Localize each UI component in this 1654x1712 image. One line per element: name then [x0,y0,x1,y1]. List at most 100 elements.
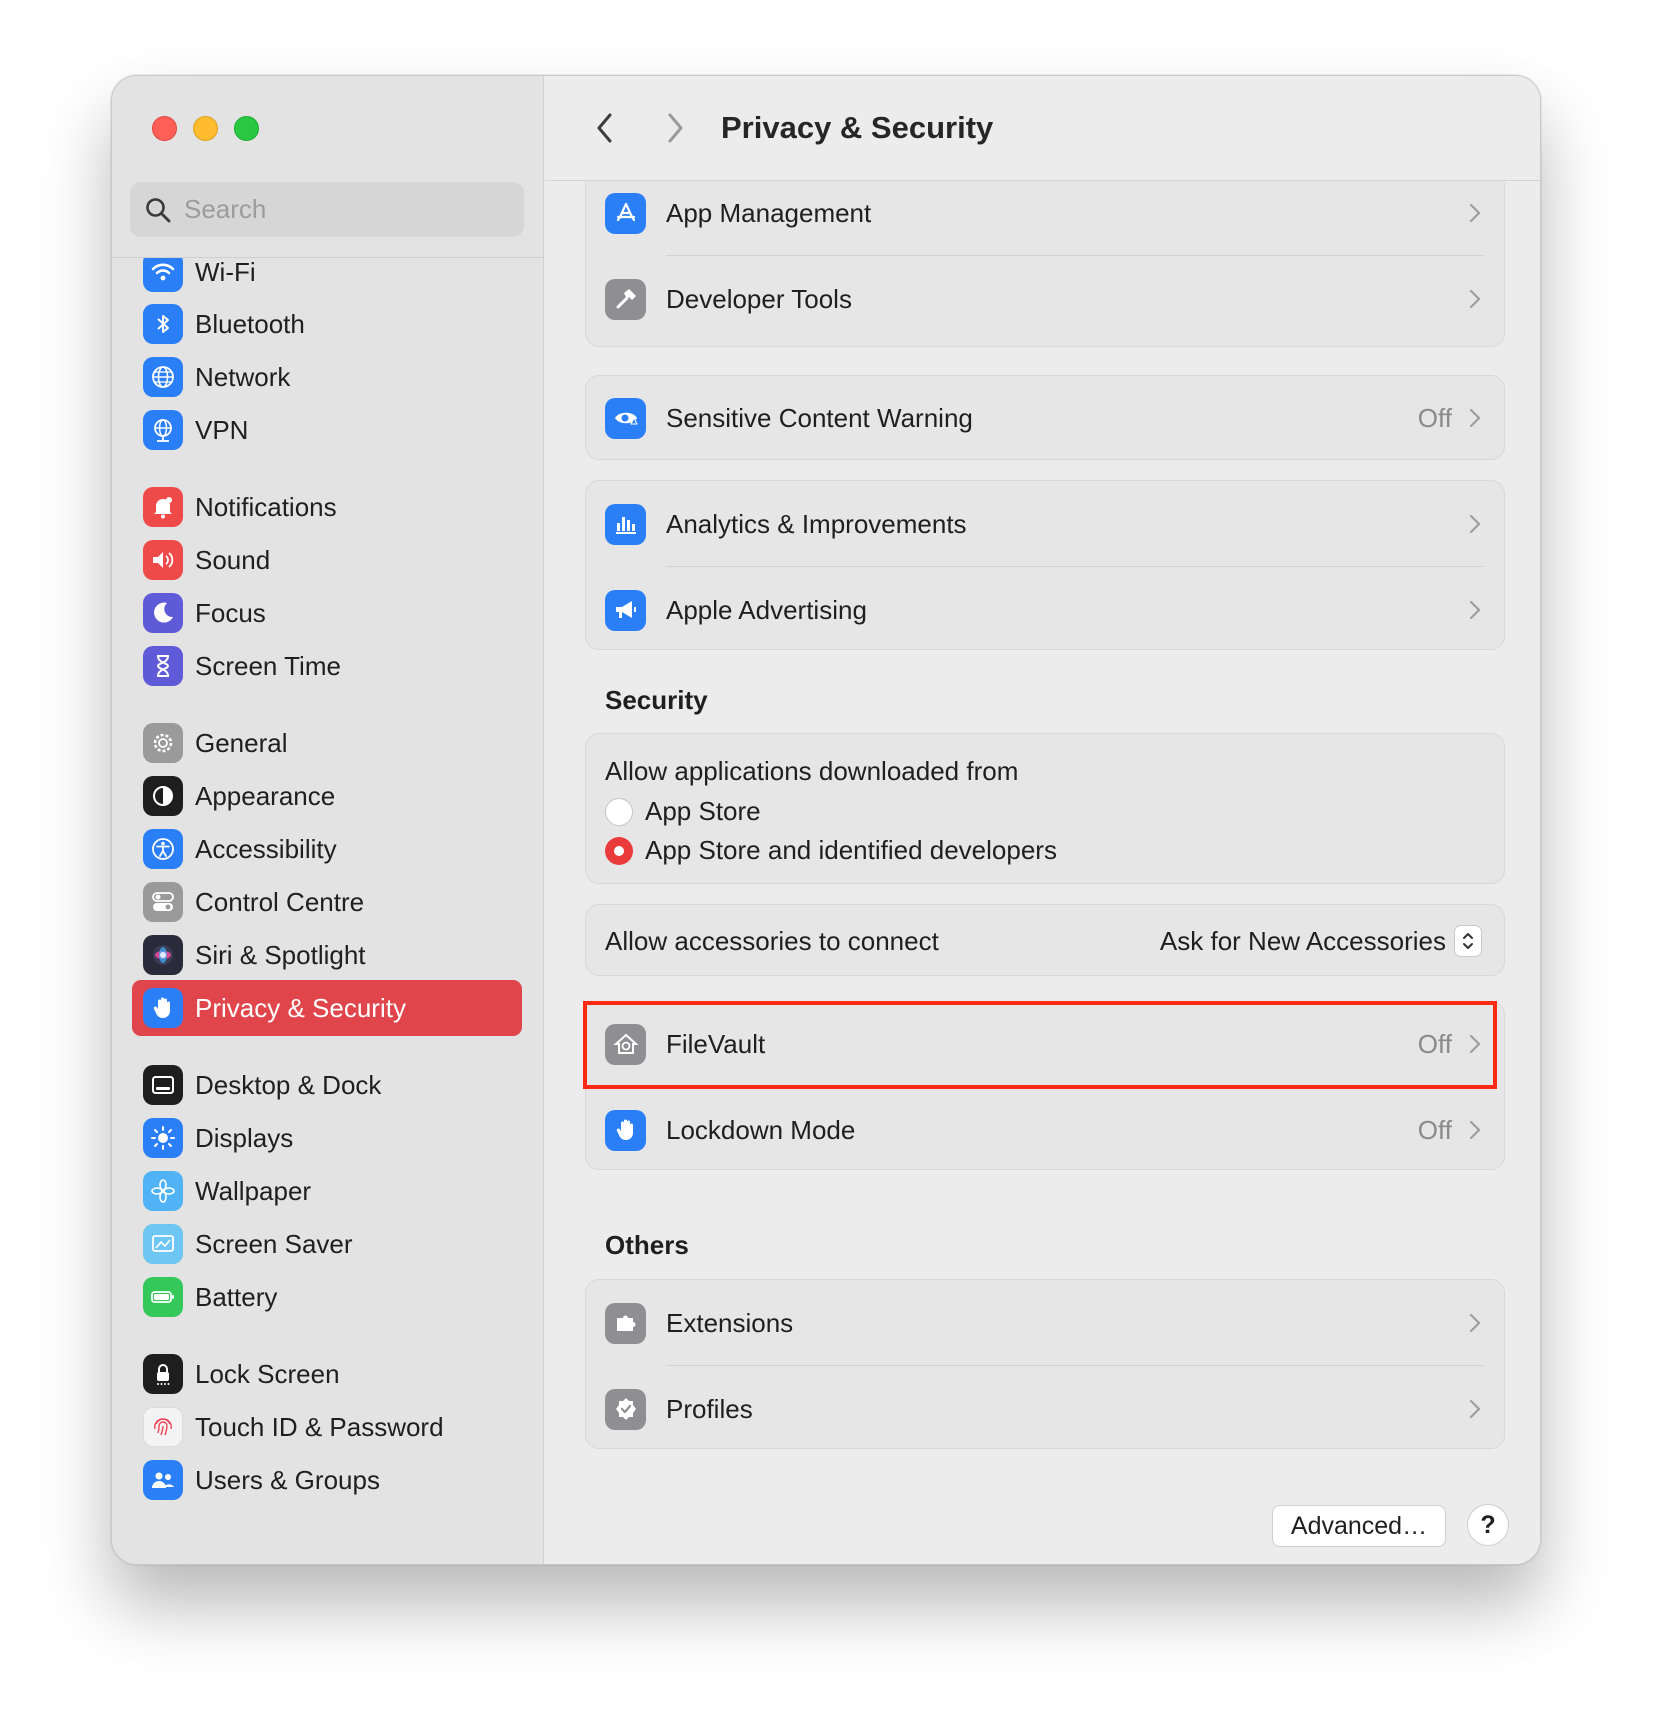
hourglass-icon [143,646,183,686]
privacy-group-analytics: Analytics & Improvements Apple Advertisi… [585,480,1505,650]
sun-icon [143,1118,183,1158]
search-input[interactable] [184,194,504,225]
radio-label: App Store and identified developers [645,835,1057,865]
chevron-left-icon [597,113,612,143]
sidebar-item-screen-time[interactable]: Screen Time [132,638,522,694]
sidebar-item-wallpaper[interactable]: Wallpaper [132,1163,522,1219]
app-management-row[interactable]: App Management [586,170,1504,256]
settings-window: Wi-Fi Bluetooth Network VPN [111,75,1541,1565]
accessories-row: Allow accessories to connect Ask for New… [586,898,1504,984]
sidebar-item-label: Accessibility [195,833,337,864]
row-label: Extensions [666,1307,794,1338]
sidebar-item-label: Wallpaper [195,1175,312,1206]
sidebar-item-label: VPN [195,414,249,445]
allow-apps-label: Allow applications downloaded from [605,756,1019,786]
sidebar-item-touch-id[interactable]: Touch ID & Password [132,1399,522,1455]
globe-icon [143,357,183,397]
row-value: Off [1417,1028,1452,1059]
sidebar-item-label: General [195,727,288,758]
security-downloads-group: Allow applications downloaded from App S… [585,733,1505,884]
row-label: App Management [666,197,872,228]
chevron-right-icon [1469,600,1481,620]
sidebar-item-label: Battery [195,1281,278,1312]
page-title: Privacy & Security [721,110,994,145]
sidebar-item-lock-screen[interactable]: Lock Screen [132,1346,522,1402]
sidebar-item-desktop-dock[interactable]: Desktop & Dock [132,1057,522,1113]
row-label: Allow accessories to connect [605,925,939,956]
radio-button-selected[interactable] [605,836,633,865]
close-window-button[interactable] [152,116,177,141]
chevron-right-icon [1469,289,1481,309]
sidebar-item-bluetooth[interactable]: Bluetooth [132,296,522,352]
sidebar-item-siri-spotlight[interactable]: Siri & Spotlight [132,927,522,983]
settings-content: App Management Developer Tools Sensitive… [545,76,1540,1564]
apple-advertising-row[interactable]: Apple Advertising [586,567,1504,653]
radio-app-store-identified[interactable]: App Store and identified developers [605,835,1057,866]
profiles-row[interactable]: Profiles [586,1366,1504,1452]
sidebar-item-accessibility[interactable]: Accessibility [132,821,522,877]
hammer-icon [605,278,646,320]
filevault-house-icon [605,1023,646,1065]
sidebar-list: Wi-Fi Bluetooth Network VPN Notification… [112,258,544,1564]
zoom-window-button[interactable] [234,116,259,141]
chart-icon [605,503,646,545]
appearance-icon [143,776,183,816]
sidebar-item-label: Notifications [195,491,337,522]
radio-button[interactable] [605,797,633,826]
battery-icon [143,1277,183,1317]
sidebar-item-label: Focus [195,597,266,628]
chevron-right-icon [1469,203,1481,223]
radio-app-store[interactable]: App Store [605,796,761,827]
back-button[interactable] [585,108,625,148]
sidebar-item-label: Sound [195,544,271,575]
sidebar-item-sound[interactable]: Sound [132,532,522,588]
sidebar-item-label: Siri & Spotlight [195,939,366,970]
sidebar-item-control-centre[interactable]: Control Centre [132,874,522,930]
accessibility-icon [143,829,183,869]
sidebar-item-screen-saver[interactable]: Screen Saver [132,1216,522,1272]
sidebar-item-focus[interactable]: Focus [132,585,522,641]
filevault-row[interactable]: FileVault Off [586,1001,1504,1087]
wifi-icon [143,258,183,292]
developer-tools-row[interactable]: Developer Tools [586,256,1504,342]
sensitive-content-row[interactable]: Sensitive Content Warning Off [586,375,1504,461]
sidebar-item-battery[interactable]: Battery [132,1269,522,1325]
analytics-row[interactable]: Analytics & Improvements [586,481,1504,567]
sidebar-item-wifi[interactable]: Wi-Fi [132,258,522,300]
sidebar-item-users-groups[interactable]: Users & Groups [132,1452,522,1508]
sidebar-item-appearance[interactable]: Appearance [132,768,522,824]
sidebar-item-general[interactable]: General [132,715,522,771]
sidebar-item-network[interactable]: Network [132,349,522,405]
sidebar-item-displays[interactable]: Displays [132,1110,522,1166]
search-field[interactable] [130,182,524,237]
main-pane: Privacy & Security App Management Develo… [545,76,1540,1564]
gear-icon [143,723,183,763]
sidebar-item-vpn[interactable]: VPN [132,402,522,458]
chevron-right-icon [1469,1313,1481,1333]
help-button[interactable]: ? [1467,1504,1509,1546]
security-section-title: Security [605,685,708,715]
sidebar-item-privacy-security[interactable]: Privacy & Security [132,980,522,1036]
forward-button[interactable] [655,108,695,148]
row-label: Lockdown Mode [666,1114,856,1145]
moon-icon [143,593,183,633]
advanced-button[interactable]: Advanced… [1272,1505,1446,1547]
lockdown-mode-row[interactable]: Lockdown Mode Off [586,1087,1504,1173]
fingerprint-icon [143,1407,183,1447]
accessories-popup[interactable]: Ask for New Accessories [1160,925,1482,957]
app-store-icon [605,192,646,234]
chevron-right-icon [1469,1120,1481,1140]
bell-icon [143,487,183,527]
extensions-row[interactable]: Extensions [586,1280,1504,1366]
sidebar-item-label: Appearance [195,780,336,811]
sidebar-item-notifications[interactable]: Notifications [132,479,522,535]
privacy-group-sensitive: Sensitive Content Warning Off [585,375,1505,460]
badge-check-icon [605,1388,646,1430]
radio-label: App Store [645,796,761,826]
others-section-title: Others [605,1230,689,1260]
minimize-window-button[interactable] [193,116,218,141]
chevron-right-icon [1469,408,1481,428]
siri-icon [143,935,183,975]
sidebar-item-label: Desktop & Dock [195,1069,382,1100]
row-label: Analytics & Improvements [666,508,967,539]
